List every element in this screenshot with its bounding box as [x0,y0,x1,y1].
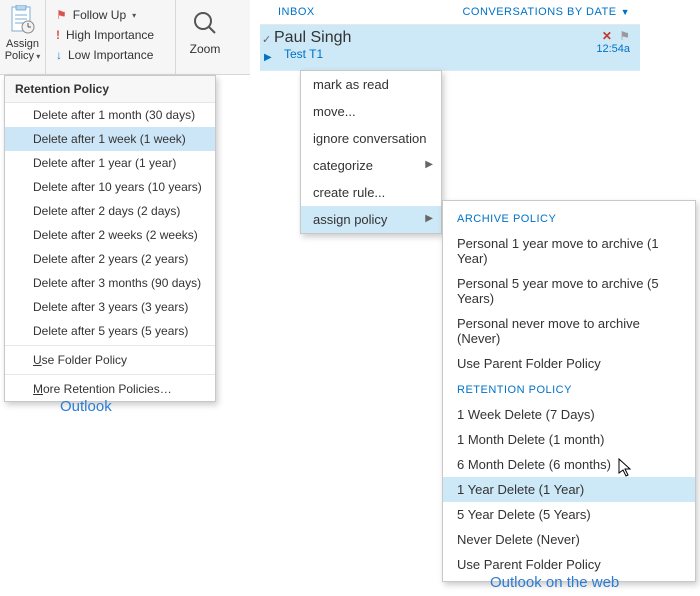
retention-item[interactable]: Delete after 10 years (10 years) [5,175,215,199]
retention-policy-header: RETENTION POLICY [443,376,695,402]
retention-policy-item[interactable]: 1 Month Delete (1 month) [443,427,695,452]
outlook-caption: Outlook [60,398,112,415]
menu-separator [5,345,215,346]
high-importance-label: High Importance [66,28,154,42]
outlook-desktop-panel: Assign Policy ▾ ⚑ Follow Up ▾ ! High Imp… [0,0,250,75]
outlook-web-panel: INBOX CONVERSATIONS BY DATE ▼ ✓ ▶ Paul S… [260,0,640,71]
retention-item[interactable]: Delete after 2 weeks (2 weeks) [5,223,215,247]
archive-policy-item[interactable]: Personal 1 year move to archive (1 Year) [443,231,695,271]
chevron-down-icon: ▾ [132,11,136,20]
follow-up-button[interactable]: ⚑ Follow Up ▾ [50,8,136,22]
retention-policy-item[interactable]: 5 Year Delete (5 Years) [443,502,695,527]
low-importance-button[interactable]: ↓ Low Importance [50,48,153,62]
use-folder-policy-item[interactable]: Use Folder Policy [5,348,215,372]
mail-time: 12:54a [596,43,630,55]
zoom-label: Zoom [190,42,221,56]
retention-policy-menu: Retention Policy Delete after 1 month (3… [4,75,216,402]
ctx-categorize[interactable]: categorize ▶ [301,152,441,179]
zoom-button[interactable]: Zoom [176,0,234,74]
chevron-right-icon: ▶ [425,213,433,224]
archive-policy-item[interactable]: Use Parent Folder Policy [443,351,695,376]
policy-submenu: ARCHIVE POLICY Personal 1 year move to a… [442,200,696,582]
mail-subject: Test T1 [274,47,630,61]
low-importance-label: Low Importance [68,48,153,62]
tags-group: ⚑ Follow Up ▾ ! High Importance ↓ Low Im… [46,0,176,74]
check-icon: ✓ [262,33,271,46]
retention-policy-item[interactable]: 1 Year Delete (1 Year) [443,477,695,502]
retention-item[interactable]: Delete after 3 months (90 days) [5,271,215,295]
ctx-move[interactable]: move... [301,98,441,125]
ctx-assign-policy[interactable]: assign policy ▶ [301,206,441,233]
inbox-label[interactable]: INBOX [278,6,315,18]
retention-item[interactable]: Delete after 5 years (5 years) [5,319,215,343]
mail-right: ✕ ⚑ 12:54a [596,29,630,55]
ribbon: Assign Policy ▾ ⚑ Follow Up ▾ ! High Imp… [0,0,250,75]
assign-policy-label: Assign Policy ▾ [5,38,41,63]
retention-policy-item[interactable]: 6 Month Delete (6 months) [443,452,695,477]
context-menu: mark as read move... ignore conversation… [300,70,442,234]
sort-by-button[interactable]: CONVERSATIONS BY DATE ▼ [462,6,630,18]
inbox-header: INBOX CONVERSATIONS BY DATE ▼ [260,0,640,25]
low-importance-icon: ↓ [56,48,62,62]
retention-policy-title: Retention Policy [5,76,215,103]
outlook-web-caption: Outlook on the web [490,574,619,591]
assign-policy-button[interactable]: Assign Policy ▾ [0,0,46,74]
mail-sender: Paul Singh [274,29,630,47]
retention-item[interactable]: Delete after 1 month (30 days) [5,103,215,127]
ctx-mark-as-read[interactable]: mark as read [301,71,441,98]
chevron-down-icon: ▼ [621,7,630,17]
menu-separator [5,374,215,375]
delete-icon[interactable]: ✕ [602,29,612,43]
retention-item[interactable]: Delete after 2 years (2 years) [5,247,215,271]
retention-item[interactable]: Delete after 2 days (2 days) [5,199,215,223]
ctx-ignore-conversation[interactable]: ignore conversation [301,125,441,152]
archive-policy-item[interactable]: Personal 5 year move to archive (5 Years… [443,271,695,311]
magnifier-icon [188,6,222,40]
sort-label: CONVERSATIONS BY DATE [462,6,616,18]
expand-icon[interactable]: ▶ [264,52,272,63]
high-importance-button[interactable]: ! High Importance [50,28,154,42]
retention-policy-item[interactable]: Never Delete (Never) [443,527,695,552]
ctx-categorize-label: categorize [313,158,373,173]
high-importance-icon: ! [56,28,60,42]
archive-policy-item[interactable]: Personal never move to archive (Never) [443,311,695,351]
archive-policy-header: ARCHIVE POLICY [443,205,695,231]
flag-icon[interactable]: ⚑ [619,29,630,43]
retention-policy-item[interactable]: 1 Week Delete (7 Days) [443,402,695,427]
ctx-assign-policy-label: assign policy [313,212,387,227]
assign-policy-icon [5,2,41,38]
ctx-create-rule[interactable]: create rule... [301,179,441,206]
chevron-down-icon: ▾ [34,52,40,61]
follow-up-label: Follow Up [73,8,126,22]
chevron-right-icon: ▶ [425,159,433,170]
flag-icon: ⚑ [56,8,67,22]
retention-item[interactable]: Delete after 1 week (1 week) [5,127,215,151]
retention-item[interactable]: Delete after 3 years (3 years) [5,295,215,319]
mail-item[interactable]: ✓ ▶ Paul Singh Test T1 ✕ ⚑ 12:54a [260,25,640,71]
retention-item[interactable]: Delete after 1 year (1 year) [5,151,215,175]
